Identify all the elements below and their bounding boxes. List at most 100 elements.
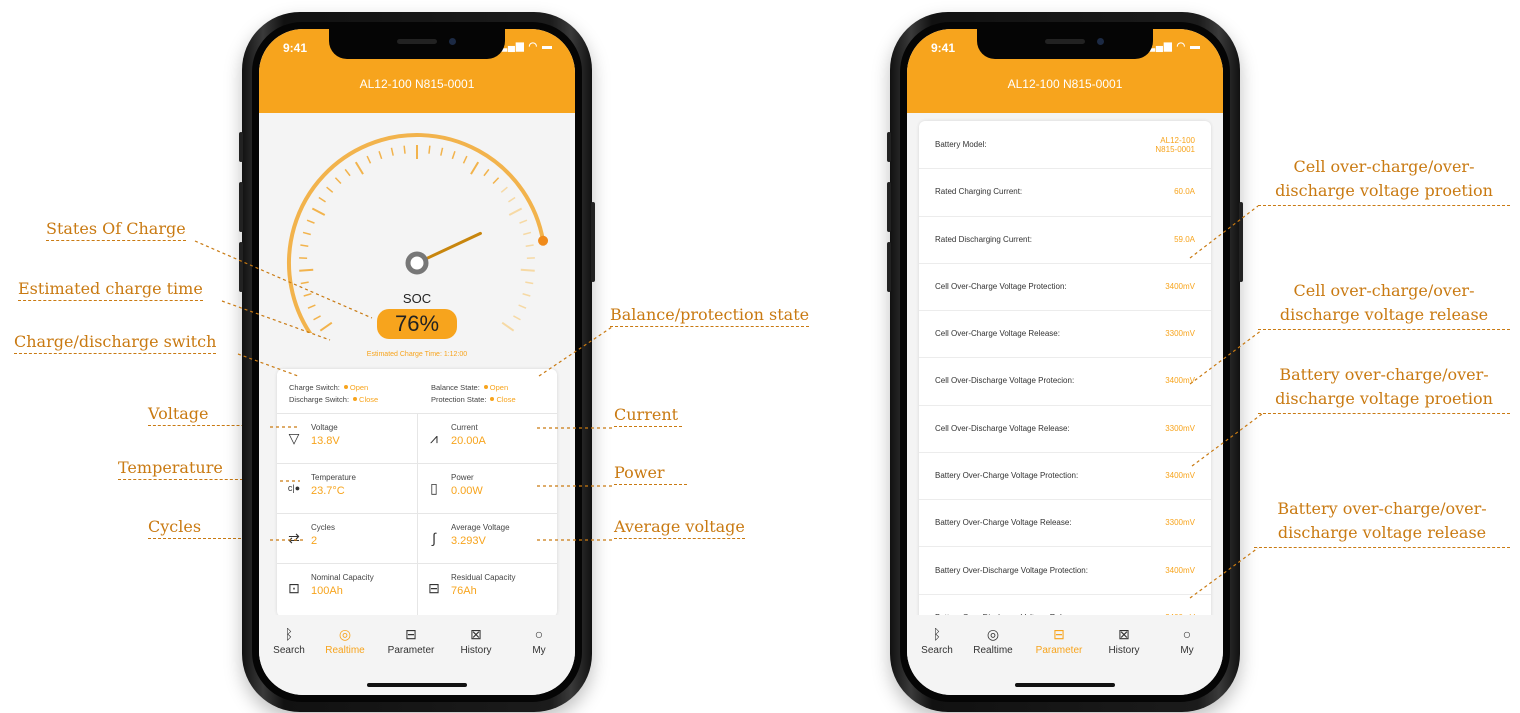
wifi-icon: ◠ [1176,41,1187,52]
gauge-tick [501,321,515,332]
mute-switch [887,132,891,162]
annotation-current: Current [614,406,683,427]
gauge-icon: ◎ [986,626,1000,642]
metric-label: Temperature [311,473,356,482]
metric-residual-capacity[interactable]: ⊟ Residual Capacity 76Ah [417,565,555,613]
parameter-value: 60.0A [1174,187,1195,197]
annotation-leader-lines [194,205,1263,599]
nav-history[interactable]: ⊠ History [1094,625,1154,656]
gauge-tick [354,161,364,175]
balance-state: Balance State: Open [431,383,508,392]
balance-state-label: Balance State: [431,383,480,392]
status-icons: ▂▄▆ ◠ ▬ [1147,41,1201,52]
gauge-tick [520,268,535,272]
thermometer-icon: c|● [287,483,301,493]
protection-state-value: Close [496,395,516,404]
device-title: AL12-100 N815-0001 [1007,77,1123,91]
gauge-tick [470,161,480,175]
parameter-row: Cell Over-Charge Voltage Protection: 3400… [919,263,1211,312]
annotation-battery-over-charge-protection: Battery over-charge/over- discharge volt… [1258,363,1510,414]
gauge-tick [523,231,532,236]
parameter-value: 3300mV [1165,518,1195,528]
nav-my[interactable]: ○ My [1157,625,1217,656]
gauge-tick [525,244,534,248]
balance-state-value: Open [489,383,509,392]
metric-label: Cycles [311,523,336,532]
device-title: AL12-100 N815-0001 [359,77,475,91]
current-icon: ⩘ [430,430,438,446]
status-time: 9:41 [283,41,308,55]
user-icon: ○ [1182,626,1192,642]
parameter-name: Cell Over-Charge Voltage Release: [935,329,1060,339]
annotation-temperature: Temperature [118,459,243,480]
metric-power[interactable]: ▯ Power 0.00W [417,465,555,513]
annotation-line: Battery over-charge/over- [1279,365,1489,384]
annotation-battery-over-charge-release: Battery over-charge/over- discharge volt… [1254,497,1510,548]
battery-icon: ▬ [1190,41,1201,52]
parameter-value: 3400mV [1165,565,1195,575]
parameter-value: 3400mV [1165,281,1195,291]
parameter-value: AL12-100 N815-0001 [1155,135,1195,154]
annotation-states-of-charge: States Of Charge [46,220,186,241]
gauge-tick [440,147,444,156]
gauge-tick [326,186,334,193]
parameter-row: Cell Over-Charge Voltage Release: 3300mV [919,310,1211,359]
volume-down-button [887,242,891,292]
gauge-tick [378,151,383,160]
parameter-row: Battery Over-Charge Voltage Release: 3300… [919,499,1211,548]
parameter-row: Cell Over-Discharge Voltage Protecion: 34… [919,357,1211,406]
gauge-tick [313,315,321,321]
metric-current[interactable]: ⩘ Current 20.00A [417,415,555,463]
metric-label: Current [451,423,478,432]
nav-label: Realtime [973,645,1013,656]
power-button [1239,202,1243,282]
metric-label: Average Voltage [451,523,510,532]
nav-parameter[interactable]: ⊟ Parameter [381,625,441,656]
nav-label: Search [921,645,953,656]
parameter-row: Battery Over-Charge Voltage Protection: 3… [919,452,1211,501]
nav-search[interactable]: ᛒ Search [907,625,967,656]
parameter-name: Cell Over-Charge Voltage Protection: [935,281,1067,291]
gauge-tick [319,321,333,332]
bluetooth-icon: ᛒ [932,626,942,642]
nav-parameter[interactable]: ⊟ Parameter [1029,625,1089,656]
charge-switch-label: Charge Switch: [289,383,340,392]
nav-my[interactable]: ○ My [509,625,569,656]
metric-value: 13.8V [311,435,340,447]
parameter-icon: ⊟ [405,626,417,642]
parameter-list: Battery Model: AL12-100 N815-0001 Rated Ch… [919,121,1211,641]
metric-nominal-capacity[interactable]: ⊡ Nominal Capacity 100Ah [277,565,415,613]
gauge-tick [334,177,342,185]
power-button [591,202,595,282]
gauge-tick [302,231,311,236]
nav-realtime[interactable]: ◎ Realtime [315,625,375,656]
gauge-tick [390,147,394,156]
nav-search[interactable]: ᛒ Search [259,625,319,656]
annotation-line: discharge voltage proetion [1275,181,1493,200]
metric-average-voltage[interactable]: ∫ Average Voltage 3.293V [417,515,555,563]
parameter-name: Battery Over-Charge Voltage Release: [935,518,1072,528]
annotation-line: discharge voltage release [1277,523,1487,542]
nav-label: History [1108,645,1140,656]
nav-label: History [460,645,492,656]
discharge-switch: Discharge Switch: Close [289,395,378,404]
annotation-line: Cell over-charge/over- [1293,157,1475,176]
parameter-name: Cell Over-Discharge Voltage Protecion: [935,376,1075,386]
metric-temperature[interactable]: c|● Temperature 23.7°C [277,465,415,513]
nav-label: Parameter [1035,645,1083,656]
gauge-tick [513,315,521,321]
charge-switch-value: Open [349,383,369,392]
gauge-tick [300,244,309,248]
voltage-icon: ▽ [288,430,300,446]
bluetooth-icon: ᛒ [284,626,294,642]
parameter-icon: ⊟ [1053,626,1065,642]
parameter-name: Rated Charging Current: [935,187,1023,197]
gauge-tick [318,196,326,203]
metric-cycles[interactable]: ⇄ Cycles 2 [277,515,415,563]
screen-realtime: 9:41 ▂▄▆ ◠ ▬ AL12-100 N815-0001 SOC 76% … [259,29,575,695]
nav-history[interactable]: ⊠ History [446,625,506,656]
realtime-card: Charge Switch: Open Discharge Switch: Clos… [277,369,557,617]
notch [329,29,505,59]
nav-realtime[interactable]: ◎ Realtime [963,625,1023,656]
metric-voltage[interactable]: ▽ Voltage 13.8V [277,415,415,463]
